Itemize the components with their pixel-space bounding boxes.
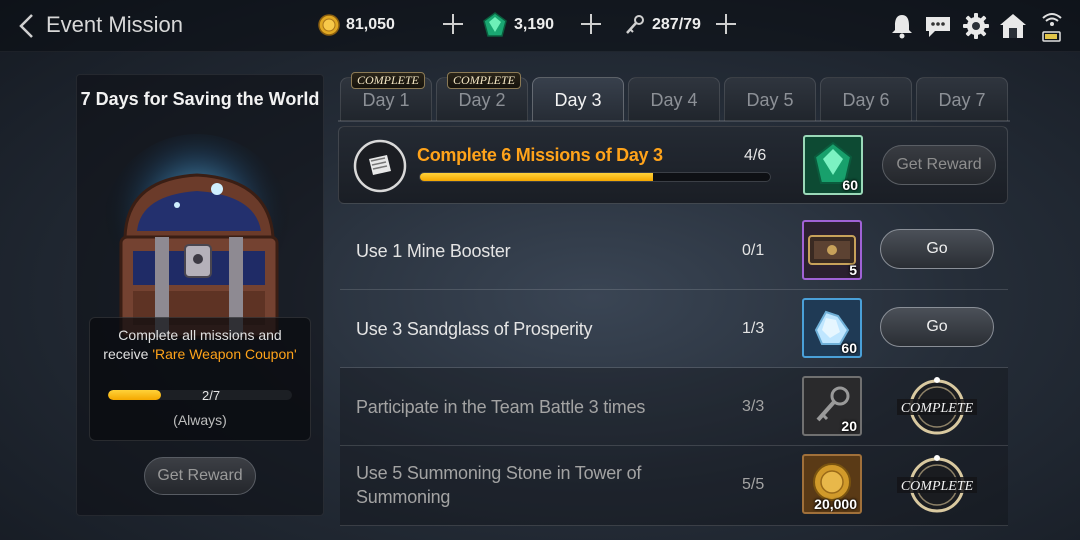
- scroll-icon: [353, 139, 407, 193]
- tab-day-4[interactable]: Day 4: [628, 77, 720, 121]
- event-progress-text: 2/7: [202, 388, 221, 403]
- event-note: (Always): [173, 412, 227, 428]
- tab-label: Day 1: [362, 90, 410, 110]
- gold-amount: 81,050: [346, 16, 395, 33]
- complete-tag: COMPLETE: [351, 72, 425, 89]
- mission-text: Use 1 Mine Booster: [356, 241, 511, 261]
- mission-text: Use 3 Sandglass of Prosperity: [356, 319, 593, 339]
- event-summary-panel: 7 Days for Saving the World Complete all…: [76, 74, 324, 516]
- mission-text: Use 5 Summoning Stone in Tower of Summon…: [356, 461, 641, 509]
- complete-badge-icon: COMPLETE: [897, 455, 977, 513]
- gear-icon[interactable]: [961, 11, 991, 41]
- home-icon[interactable]: [998, 11, 1028, 41]
- event-title: 7 Days for Saving the World: [80, 89, 320, 109]
- mission-row: Use 5 Summoning Stone in Tower of Summon…: [340, 446, 1008, 526]
- gem-currency: 3,190: [482, 12, 554, 38]
- event-reward-name: 'Rare Weapon Coupon': [152, 346, 297, 362]
- mission-count: 3/3: [742, 398, 765, 415]
- event-description: Complete all missions and receive 'Rare …: [90, 326, 310, 364]
- gold-coin-icon: [318, 14, 340, 36]
- reward-quantity: 60: [841, 340, 857, 356]
- green-gem-icon: [483, 12, 507, 37]
- chat-icon[interactable]: [923, 11, 953, 41]
- mission-row: Use 1 Mine Booster 0/1 5 Go: [340, 212, 1008, 290]
- mission-reward[interactable]: 20: [802, 376, 862, 436]
- stamina-amount: 287/79: [652, 16, 701, 33]
- event-desc-line1: Complete all missions and: [118, 327, 282, 343]
- mission-text: Participate in the Team Battle 3 times: [356, 397, 646, 417]
- reward-quantity: 20,000: [814, 496, 857, 512]
- tab-divider: [338, 120, 1010, 122]
- tab-day-3[interactable]: Day 3: [532, 77, 624, 121]
- mission-row: Use 3 Sandglass of Prosperity 1/3 60 Go: [340, 290, 1008, 368]
- tab-label: Day 2: [458, 90, 506, 110]
- tab-day-7[interactable]: Day 7: [916, 77, 1008, 121]
- main-mission-reward[interactable]: 60: [803, 135, 863, 195]
- mission-count: 0/1: [742, 242, 765, 259]
- tab-label: Day 4: [650, 90, 698, 110]
- mission-row: Participate in the Team Battle 3 times 3…: [340, 368, 1008, 446]
- reward-quantity: 20: [841, 418, 857, 434]
- tab-label: Day 6: [842, 90, 890, 110]
- gem-amount: 3,190: [514, 16, 555, 33]
- tab-day-6[interactable]: Day 6: [820, 77, 912, 121]
- stamina-currency: 287/79: [624, 12, 701, 38]
- event-desc-prefix: receive: [103, 346, 153, 362]
- reward-quantity: 60: [842, 177, 858, 193]
- main-mission-progress-fill: [420, 173, 654, 181]
- gold-currency: 81,050: [318, 12, 395, 38]
- top-bar: Event Mission 81,050 3,190 287/79: [0, 0, 1080, 52]
- back-arrow-icon[interactable]: [14, 12, 40, 40]
- bell-icon[interactable]: [887, 11, 917, 41]
- go-button[interactable]: Go: [880, 229, 994, 269]
- daily-main-mission: Complete 6 Missions of Day 3 4/6 60 Get …: [338, 126, 1008, 204]
- main-mission-get-reward-button[interactable]: Get Reward: [882, 145, 996, 185]
- event-progress-fill: [108, 390, 161, 400]
- tab-label: Day 5: [746, 90, 794, 110]
- mission-text-line2: Summoning: [356, 487, 451, 507]
- complete-label: COMPLETE: [901, 401, 974, 416]
- add-gold-button[interactable]: [441, 12, 465, 36]
- tab-label: Day 7: [938, 90, 986, 110]
- tab-day-5[interactable]: Day 5: [724, 77, 816, 121]
- add-gem-button[interactable]: [579, 12, 603, 36]
- wifi-battery-icon: [1042, 13, 1062, 42]
- mission-reward[interactable]: 60: [802, 298, 862, 358]
- tab-day-1[interactable]: COMPLETE Day 1: [340, 72, 432, 121]
- event-get-reward-button[interactable]: Get Reward: [144, 457, 256, 495]
- mission-count: 1/3: [742, 320, 765, 337]
- event-progress-bar: [108, 390, 292, 400]
- mission-text-line1: Use 5 Summoning Stone in Tower of: [356, 463, 642, 483]
- add-stamina-button[interactable]: [714, 12, 738, 36]
- tab-day-2[interactable]: COMPLETE Day 2: [436, 72, 528, 121]
- page-title: Event Mission: [46, 12, 183, 37]
- main-mission-title: Complete 6 Missions of Day 3: [417, 145, 663, 165]
- main-mission-progress-bar: [419, 172, 771, 182]
- complete-tag: COMPLETE: [447, 72, 521, 89]
- mission-reward[interactable]: 20,000: [802, 454, 862, 514]
- tab-label: Day 3: [554, 90, 602, 110]
- key-icon: [626, 15, 644, 34]
- event-reward-box: Complete all missions and receive 'Rare …: [89, 317, 311, 441]
- complete-badge-icon: COMPLETE: [897, 377, 977, 435]
- main-mission-count: 4/6: [744, 147, 767, 164]
- complete-label: COMPLETE: [901, 479, 974, 494]
- reward-quantity: 5: [849, 262, 857, 278]
- mission-reward[interactable]: 5: [802, 220, 862, 280]
- go-button[interactable]: Go: [880, 307, 994, 347]
- mission-count: 5/5: [742, 476, 765, 493]
